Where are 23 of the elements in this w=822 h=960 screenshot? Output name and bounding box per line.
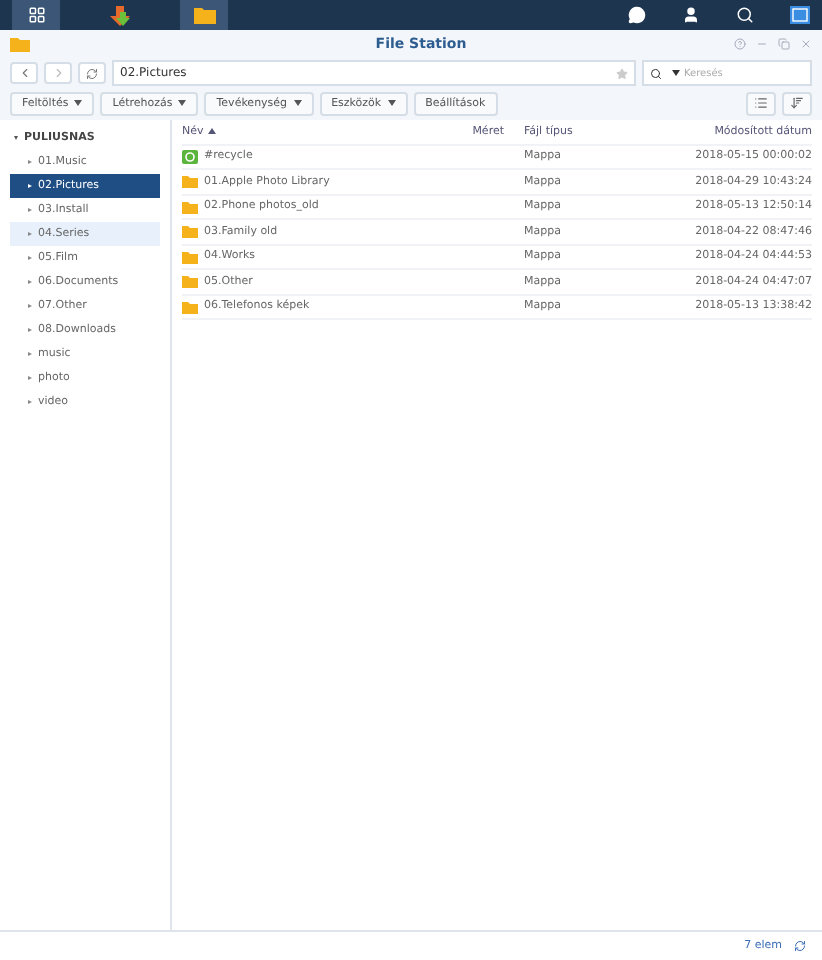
list-view-button[interactable]	[746, 92, 776, 116]
sort-ascending-icon	[207, 127, 216, 134]
sort-button[interactable]	[782, 92, 812, 116]
chat-icon[interactable]	[628, 6, 646, 24]
folder-app-icon[interactable]	[180, 0, 228, 30]
refresh-button[interactable]	[78, 62, 106, 84]
recycle-folder-icon	[182, 149, 198, 164]
search-icon	[650, 67, 662, 79]
back-button[interactable]	[10, 62, 38, 84]
star-icon[interactable]	[616, 67, 628, 79]
list-view-icon	[754, 95, 768, 109]
widget-panel-icon[interactable]	[790, 6, 810, 24]
refresh-icon	[86, 67, 98, 79]
chevron-right-icon	[51, 66, 65, 80]
user-icon[interactable]	[682, 6, 700, 24]
close-icon[interactable]	[800, 38, 812, 50]
search-icon[interactable]	[736, 6, 754, 24]
refresh-icon[interactable]	[794, 940, 806, 952]
chevron-left-icon	[17, 66, 31, 80]
sort-icon	[790, 95, 804, 109]
folder-app-icon	[10, 36, 30, 52]
main-menu-icon[interactable]	[12, 0, 60, 30]
caret-icon	[672, 70, 680, 76]
